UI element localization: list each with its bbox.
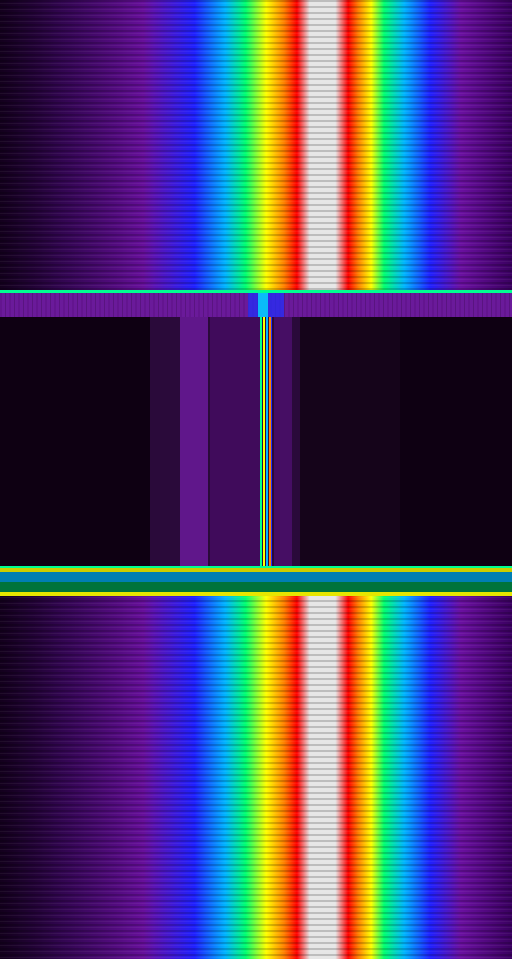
upper-transition: [0, 290, 512, 317]
waterfall-display: [0, 0, 512, 959]
upper-signal-band: [0, 0, 512, 292]
lower-signal-band: [0, 596, 512, 959]
spectrogram-canvas: [0, 0, 512, 959]
lower-transition: [0, 566, 512, 596]
dead-zone: [0, 317, 512, 566]
